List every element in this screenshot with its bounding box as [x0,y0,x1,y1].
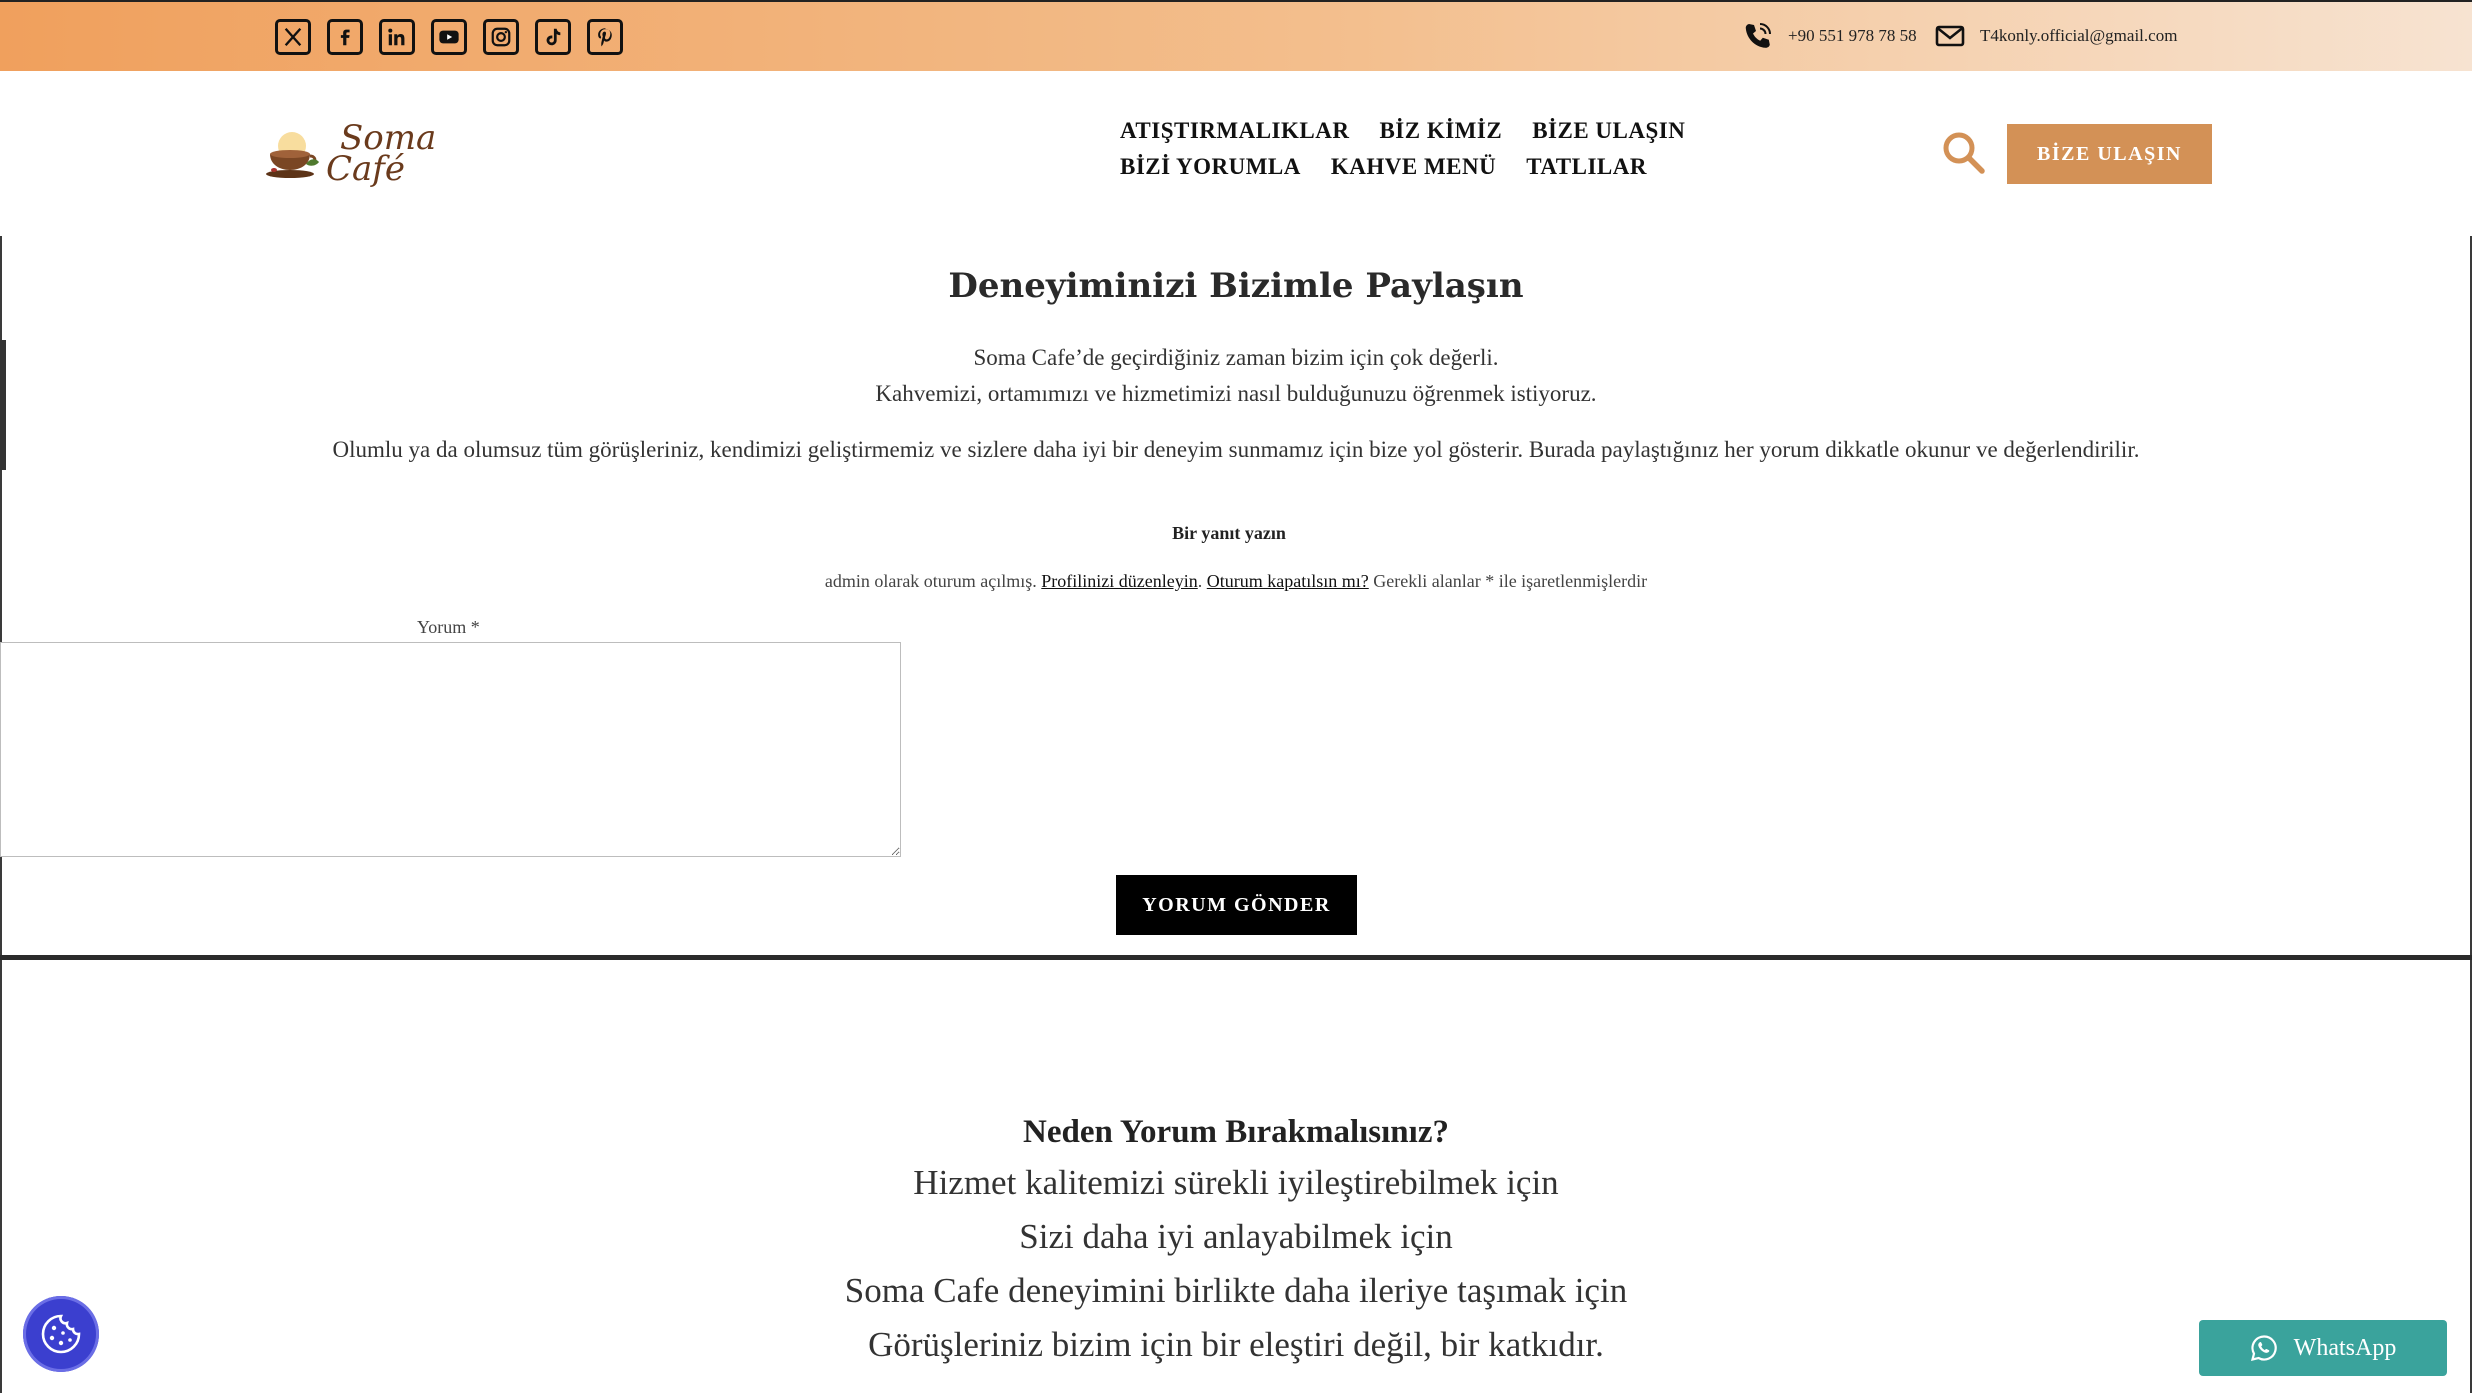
x-twitter-icon[interactable] [275,19,311,55]
main-nav: ATIŞTIRMALIKLAR BİZ KİMİZ BİZE ULAŞIN Bİ… [1120,118,1880,180]
nav-biz-kimiz[interactable]: BİZ KİMİZ [1379,118,1502,144]
nav-bizi-yorumla[interactable]: BİZİ YORUMLA [1120,154,1301,180]
cookie-settings-button[interactable] [23,1296,99,1372]
email-address: T4konly.official@gmail.com [1980,26,2178,45]
site-header: Soma Café ATIŞTIRMALIKLAR BİZ KİMİZ BİZE… [0,71,2472,236]
intro-text: Soma Cafe’de geçirdiğiniz zaman bizim iç… [0,340,2472,412]
why-line-4: Görüşleriniz bizim için bir eleştiri değ… [868,1325,1604,1364]
why-line-2: Sizi daha iyi anlayabilmek için [1019,1217,1453,1256]
site-logo[interactable]: Soma Café [262,109,468,199]
whatsapp-icon [2250,1335,2277,1362]
intro-line-1: Soma Cafe’de geçirdiğiniz zaman bizim iç… [973,345,1499,370]
contact-cta-button[interactable]: BİZE ULAŞIN [2007,124,2212,184]
reply-title: Bir yanıt yazın [1172,523,1286,543]
logged-in-prefix: admin olarak oturum açılmış. [824,571,1037,591]
nav-bize-ulasin[interactable]: BİZE ULAŞIN [1532,118,1685,144]
coffee-cup-icon [266,132,319,178]
why-section: Neden Yorum Bırakmalısınız? Hizmet kalit… [0,1108,2472,1372]
phone-contact[interactable]: +90 551 978 78 58 [1742,20,1917,52]
email-contact[interactable]: T4konly.official@gmail.com [1934,20,2177,52]
social-links [275,19,623,55]
phone-number: +90 551 978 78 58 [1788,26,1917,45]
edit-profile-link[interactable]: Profilinizi düzenleyin [1041,571,1197,591]
intro-line-2: Kahvemizi, ortamımızı ve hizmetimizi nas… [875,381,1597,406]
mail-icon [1935,25,1965,47]
nav-atistirmaliklar[interactable]: ATIŞTIRMALIKLAR [1120,118,1349,144]
submit-comment-button[interactable]: YORUM GÖNDER [1116,875,1357,935]
youtube-icon[interactable] [431,19,467,55]
page-title: Deneyiminizi Bizimle Paylaşın [948,266,1524,306]
whatsapp-button[interactable]: WhatsApp [2199,1320,2447,1376]
intro-paragraph: Olumlu ya da olumsuz tüm görüşleriniz, k… [332,437,2140,462]
cookie-icon [41,1314,81,1354]
pinterest-icon[interactable] [587,19,623,55]
whatsapp-label: WhatsApp [2293,1334,2397,1361]
why-title: Neden Yorum Bırakmalısınız? [1023,1114,1449,1150]
phone-icon [1745,23,1771,48]
why-line-1: Hizmet kalitemizi sürekli iyileştirebilm… [913,1163,1559,1202]
facebook-icon[interactable] [327,19,363,55]
top-bar: +90 551 978 78 58 T4konly.official@gmail… [0,0,2472,71]
comment-label: Yorum * [417,617,480,637]
required-note: Gerekli alanlar * ile işaretlenmişlerdir [1373,571,1648,591]
why-line-3: Soma Cafe deneyimini birlikte daha ileri… [844,1271,1628,1310]
nav-tatlilar[interactable]: TATLILAR [1526,154,1647,180]
instagram-icon[interactable] [483,19,519,55]
comment-textarea[interactable] [0,642,901,857]
section-divider [0,955,2472,960]
search-icon[interactable] [1940,129,1986,175]
linkedin-icon[interactable] [379,19,415,55]
logged-in-notice: admin olarak oturum açılmış. Profilinizi… [824,571,1648,591]
logo-line-2: Café [326,149,405,189]
tiktok-icon[interactable] [535,19,571,55]
logout-link[interactable]: Oturum kapatılsın mı? [1207,571,1369,591]
nav-kahve-menu[interactable]: KAHVE MENÜ [1331,154,1496,180]
